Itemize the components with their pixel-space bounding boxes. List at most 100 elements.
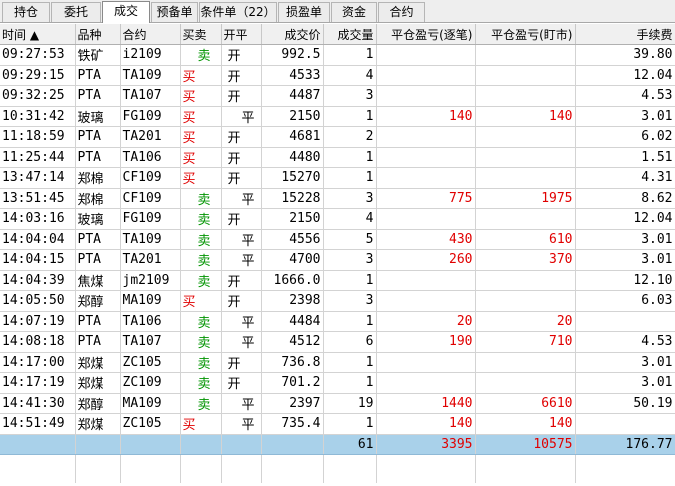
pnl-daily-cell: [475, 290, 576, 312]
col-openclose-header[interactable]: 开平: [221, 24, 262, 45]
side-cell: 买: [180, 106, 222, 127]
table-row[interactable]: 09:27:53 铁矿 i2109 卖开 992.5 1 39.80: [0, 44, 675, 66]
col-pnl-daily-header[interactable]: 平仓盈亏(盯市): [475, 24, 576, 45]
contract-cell: TA201: [120, 126, 181, 148]
table-row[interactable]: 14:08:18 PTA TA107 卖平 4512 6 190 710 4.53: [0, 331, 675, 353]
openclose-cell: 开: [221, 147, 262, 168]
pnl-daily-cell: 370: [475, 249, 576, 271]
table-row[interactable]: 14:17:00 郑煤 ZC105 卖开 736.8 1 3.01: [0, 352, 675, 373]
pnl-daily-cell: [475, 372, 576, 394]
side-cell: 卖: [180, 208, 222, 230]
total-blank: [120, 434, 181, 455]
tab-trades[interactable]: 成交: [102, 1, 150, 23]
pnl-daily-cell: 610: [475, 229, 576, 250]
table-row[interactable]: 11:25:44 PTA TA106 买开 4480 1 1.51: [0, 147, 675, 168]
openclose-cell: 开: [221, 44, 262, 66]
total-fee: 176.77: [575, 434, 675, 455]
col-qty-header[interactable]: 成交量: [323, 24, 377, 45]
time-cell: 09:32:25: [0, 85, 76, 107]
product-cell: 郑煤: [75, 413, 121, 435]
header-row: 时间 ▲ 品种 合约 买卖 开平 成交价 成交量 平仓盈亏(逐笔) 平仓盈亏(盯…: [0, 24, 675, 45]
time-cell: 14:04:15: [0, 249, 76, 271]
side-cell: 卖: [180, 188, 222, 209]
fee-cell: 6.03: [575, 290, 675, 312]
time-cell: 14:17:19: [0, 372, 76, 394]
empty-cell: [575, 454, 675, 483]
table-row[interactable]: 14:17:19 郑煤 ZC109 卖开 701.2 1 3.01: [0, 372, 675, 394]
table-row[interactable]: 14:07:19 PTA TA106 卖平 4484 1 20 20: [0, 311, 675, 332]
table-row[interactable]: 09:29:15 PTA TA109 买开 4533 4 12.04: [0, 65, 675, 86]
tab-stop-profit-loss[interactable]: 损盈单: [278, 2, 330, 22]
col-contract-header[interactable]: 合约: [120, 24, 181, 45]
price-cell: 15228: [261, 188, 324, 209]
time-cell: 14:17:00: [0, 352, 76, 373]
product-cell: 郑棉: [75, 188, 121, 209]
fee-cell: 3.01: [575, 372, 675, 394]
time-cell: 13:51:45: [0, 188, 76, 209]
product-cell: 玻璃: [75, 208, 121, 230]
pnl-mark-cell: 20: [376, 311, 476, 332]
pnl-daily-cell: [475, 65, 576, 86]
side-cell: 卖: [180, 229, 222, 250]
contract-cell: TA109: [120, 65, 181, 86]
table-row[interactable]: 13:47:14 郑棉 CF109 买开 15270 1 4.31: [0, 167, 675, 189]
col-side-header[interactable]: 买卖: [180, 24, 222, 45]
col-price-header[interactable]: 成交价: [261, 24, 324, 45]
contract-cell: ZC105: [120, 413, 181, 435]
contract-cell: TA109: [120, 229, 181, 250]
col-pnl-mark-header[interactable]: 平仓盈亏(逐笔): [376, 24, 476, 45]
table-row[interactable]: 14:05:50 郑醇 MA109 买开 2398 3 6.03: [0, 290, 675, 312]
contract-cell: FG109: [120, 106, 181, 127]
product-cell: PTA: [75, 147, 121, 168]
side-cell: 买: [180, 290, 222, 312]
tab-prepared-orders[interactable]: 预备单: [151, 2, 198, 22]
contract-cell: ZC105: [120, 352, 181, 373]
pnl-mark-cell: 1440: [376, 393, 476, 414]
fee-cell: 39.80: [575, 44, 675, 66]
time-cell: 14:03:16: [0, 208, 76, 230]
table-row[interactable]: 14:03:16 玻璃 FG109 卖开 2150 4 12.04: [0, 208, 675, 230]
pnl-daily-cell: 140: [475, 413, 576, 435]
col-time-header[interactable]: 时间 ▲: [0, 24, 76, 45]
table-row[interactable]: 14:04:15 PTA TA201 卖平 4700 3 260 370 3.01: [0, 249, 675, 271]
product-cell: 铁矿: [75, 44, 121, 66]
price-cell: 4533: [261, 65, 324, 86]
table-row[interactable]: 14:51:49 郑煤 ZC105 买平 735.4 1 140 140: [0, 413, 675, 435]
price-cell: 992.5: [261, 44, 324, 66]
openclose-cell: 开: [221, 208, 262, 230]
tab-funds[interactable]: 资金: [331, 2, 377, 22]
pnl-mark-cell: 140: [376, 106, 476, 127]
tab-conditional-orders[interactable]: 条件单（22）: [199, 2, 277, 22]
contract-cell: TA106: [120, 311, 181, 332]
table-row[interactable]: 14:41:30 郑醇 MA109 卖平 2397 19 1440 6610 50.19: [0, 393, 675, 414]
pnl-mark-cell: [376, 290, 476, 312]
qty-cell: 3: [323, 249, 377, 271]
table-row[interactable]: 13:51:45 郑棉 CF109 卖平 15228 3 775 1975 8.62: [0, 188, 675, 209]
table-row[interactable]: 10:31:42 玻璃 FG109 买平 2150 1 140 140 3.01: [0, 106, 675, 127]
table-row[interactable]: 14:04:39 焦煤 jm2109 卖开 1666.0 1 12.10: [0, 270, 675, 291]
tab-contracts[interactable]: 合约: [378, 2, 425, 22]
product-cell: PTA: [75, 249, 121, 271]
table-row[interactable]: 14:04:04 PTA TA109 卖平 4556 5 430 610 3.01: [0, 229, 675, 250]
pnl-mark-cell: 190: [376, 331, 476, 353]
pnl-daily-cell: [475, 44, 576, 66]
qty-cell: 1: [323, 44, 377, 66]
tab-orders[interactable]: 委托: [51, 2, 101, 22]
qty-cell: 3: [323, 188, 377, 209]
col-product-header[interactable]: 品种: [75, 24, 121, 45]
side-cell: 买: [180, 413, 222, 435]
fee-cell: 12.04: [575, 65, 675, 86]
pnl-mark-cell: 430: [376, 229, 476, 250]
tab-positions[interactable]: 持仓: [2, 2, 50, 22]
product-cell: 焦煤: [75, 270, 121, 291]
col-fee-header[interactable]: 手续费: [575, 24, 675, 45]
total-pnl-mark: 3395: [376, 434, 476, 455]
table-row[interactable]: 11:18:59 PTA TA201 买开 4681 2 6.02: [0, 126, 675, 148]
qty-cell: 2: [323, 126, 377, 148]
pnl-daily-cell: 20: [475, 311, 576, 332]
side-cell: 卖: [180, 311, 222, 332]
price-cell: 4480: [261, 147, 324, 168]
table-row[interactable]: 09:32:25 PTA TA107 买开 4487 3 4.53: [0, 85, 675, 107]
contract-cell: ZC109: [120, 372, 181, 394]
fee-cell: 1.51: [575, 147, 675, 168]
